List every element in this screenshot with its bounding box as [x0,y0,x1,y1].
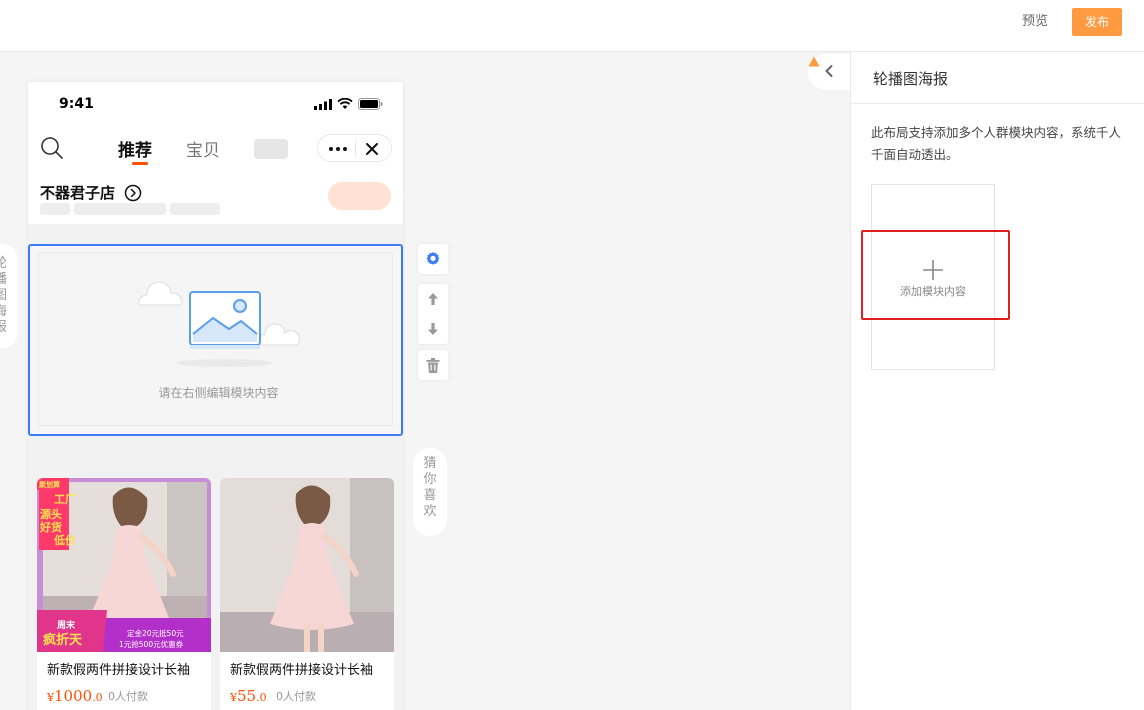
promo-tag: 工厂 [54,493,76,506]
side-tab-char: 报 [0,320,8,335]
tab-placeholder [254,139,288,159]
signal-icon [314,98,332,110]
promo-corner: 聚划算 [38,480,60,489]
product-sold-count: 0人付款 [108,690,148,703]
promo-coupon-line: 定金20元抵50元 [127,628,184,638]
status-icons [314,98,383,110]
product-sold-count: 0人付款 [276,690,316,703]
trash-icon [426,357,440,373]
module-move-group [418,284,448,344]
promo-tag: 好货 [39,520,62,534]
product-image: 聚划算 工厂 源头 好货 低价 周末 疯折天 定金20元抵50元 1元抢500元… [37,478,211,652]
side-tab-char: 欢 [423,504,437,519]
side-tab-char: 轮 [0,256,8,271]
chevron-left-icon[interactable] [822,64,836,78]
mini-app-capsule [317,134,392,162]
product-card[interactable]: 新款假两件拼接设计长袖 ¥55.0 0人付款 [220,478,394,710]
wifi-icon [337,98,353,109]
side-tab-char: 海 [0,304,8,319]
product-title: 新款假两件拼接设计长袖 [47,663,191,678]
shop-header: 不器君子店 [28,170,403,224]
shop-info-skeleton [74,203,166,215]
carousel-empty-text: 请在右侧编辑模块内容 [158,386,279,400]
module-settings-button[interactable] [418,244,448,274]
status-time: 9:41 [59,96,94,112]
tab-recommend[interactable]: 推荐 [118,136,152,161]
active-tab-indicator [132,162,148,165]
side-tab-carousel-poster[interactable]: 轮 播 图 海 报 [0,244,18,348]
price-integer: 1000 [54,687,93,705]
product-title: 新款假两件拼接设计长袖 [230,663,374,678]
more-icon[interactable] [327,140,349,158]
product-image [220,478,394,652]
arrow-up-icon[interactable] [426,292,440,306]
price-currency: ¥ [230,691,237,704]
editor-canvas: 轮 播 图 海 报 9:41 推荐 宝贝 不器君子店 请在右侧编辑模块内容 聚划… [0,52,850,710]
shop-info-skeleton [40,203,70,215]
price-decimal: .0 [92,691,103,704]
side-tab-char: 猜 [423,456,437,471]
preview-button[interactable]: 预览 [1022,8,1048,36]
price-decimal: .0 [256,691,267,704]
product-card[interactable]: 聚划算 工厂 源头 好货 低价 周末 疯折天 定金20元抵50元 1元抢500元… [37,478,211,710]
shop-name[interactable]: 不器君子店 [40,182,115,203]
nav-bar: 推荐 宝贝 [28,126,403,170]
promo-coupon-line: 1元抢500元优惠券 [119,639,184,649]
side-tab-char: 你 [423,472,437,487]
phone-preview: 9:41 推荐 宝贝 不器君子店 请在右侧编辑模块内容 聚划算 工厂 源头 好货… [28,82,403,710]
search-icon[interactable] [40,136,64,160]
module-delete-button[interactable] [418,350,448,380]
product-price: ¥55.0 [230,686,267,705]
side-tab-char: 播 [0,272,8,287]
gear-icon [426,252,440,265]
battery-icon [358,98,383,110]
top-toolbar: 预览 发布 [0,0,1144,52]
image-placeholder-icon [138,281,300,367]
side-tab-char: 图 [0,288,8,303]
panel-divider [851,103,1144,104]
price-currency: ¥ [47,691,54,704]
chevron-right-circle-icon[interactable] [124,184,142,202]
follow-button-placeholder[interactable] [328,182,391,210]
product-price: ¥1000.0 [47,686,103,705]
properties-panel: 轮播图海报 此布局支持添加多个人群模块内容，系统千人千面自动透出。 添加模块内容 [850,52,1144,710]
side-tab-char: 喜 [423,488,437,503]
side-tab-guess-you-like[interactable]: 猜 你 喜 欢 [413,448,447,536]
price-integer: 55 [237,687,257,705]
promo-badge-main: 疯折天 [43,632,83,648]
promo-badge-top: 周末 [57,619,76,631]
carousel-module[interactable]: 请在右侧编辑模块内容 [28,244,403,436]
tab-items[interactable]: 宝贝 [186,136,220,161]
warning-icon [808,56,820,67]
carousel-placeholder: 请在右侧编辑模块内容 [38,252,393,426]
promo-tag: 源头 [40,507,62,521]
arrow-down-icon[interactable] [426,322,440,336]
close-icon[interactable] [363,140,381,158]
panel-title: 轮播图海报 [873,70,949,88]
highlight-box [861,230,1010,320]
panel-description: 此布局支持添加多个人群模块内容，系统千人千面自动透出。 [871,125,1122,162]
publish-button[interactable]: 发布 [1072,8,1122,36]
shop-info-skeleton [170,203,220,215]
promo-tag: 低价 [53,533,77,547]
capsule-divider [355,141,356,157]
status-bar: 9:41 [28,82,403,126]
